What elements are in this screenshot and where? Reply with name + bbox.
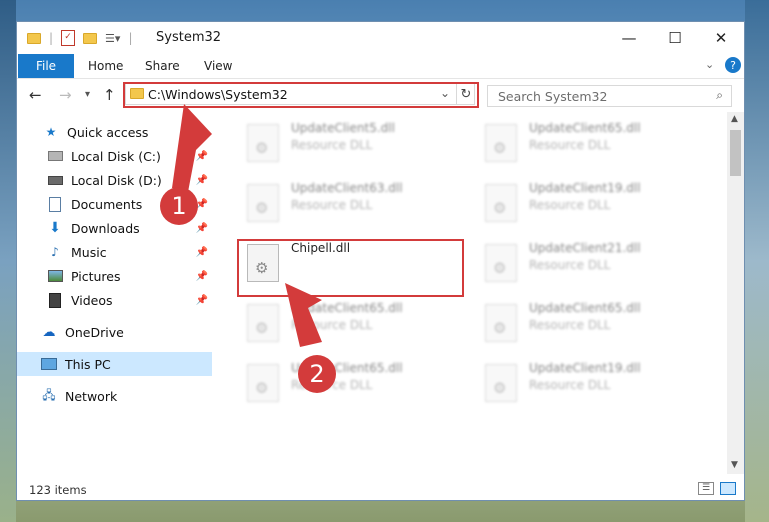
star-icon: ★ <box>45 125 57 139</box>
search-icon[interactable]: ⌕ <box>716 88 723 103</box>
pictures-icon <box>47 269 63 283</box>
dll-file-icon: ⚙ <box>247 304 279 342</box>
maximize-button[interactable]: ☐ <box>652 22 698 54</box>
search-input[interactable]: Search System32 ⌕ <box>487 85 732 107</box>
separator: | <box>128 31 133 45</box>
file-item[interactable]: ⚙ UpdateClient65.dll Resource DLL <box>239 298 469 354</box>
chevron-down-icon[interactable]: ⌄ <box>705 58 714 71</box>
sidebar-item-pictures[interactable]: Pictures 📌 <box>17 264 212 288</box>
file-item[interactable]: ⚙ UpdateClient63.dll Resource DLL <box>239 178 469 234</box>
music-icon: ♪ <box>51 245 59 259</box>
tab-share[interactable]: Share <box>145 59 180 73</box>
file-item[interactable]: ⚙ UpdateClient5.dll Resource DLL <box>239 118 469 174</box>
dll-file-icon: ⚙ <box>247 124 279 162</box>
close-button[interactable]: ✕ <box>698 22 744 54</box>
separator: | <box>49 31 54 45</box>
window-title: System32 <box>156 30 222 45</box>
file-highlight-box <box>237 239 464 297</box>
dll-file-icon: ⚙ <box>485 364 517 402</box>
vertical-scrollbar[interactable]: ▲ ▼ <box>727 112 744 474</box>
dll-file-icon: ⚙ <box>247 364 279 402</box>
address-highlight-box <box>123 82 479 108</box>
sidebar-item-this-pc[interactable]: This PC <box>17 352 212 376</box>
navigation-pane: ★ Quick access Local Disk (C:) 📌 Local D… <box>17 112 212 472</box>
pin-icon[interactable]: 📌 <box>196 151 208 162</box>
scroll-up-icon[interactable]: ▲ <box>731 114 738 124</box>
download-arrow-icon: ⬇ <box>49 220 61 236</box>
scroll-down-icon[interactable]: ▼ <box>731 460 738 470</box>
pin-icon[interactable]: 📌 <box>196 223 208 234</box>
sidebar-item-local-disk-c[interactable]: Local Disk (C:) 📌 <box>17 144 212 168</box>
sidebar-item-music[interactable]: ♪ Music 📌 <box>17 240 212 264</box>
help-icon[interactable]: ? <box>725 57 741 73</box>
documents-icon <box>47 196 63 212</box>
sidebar-item-videos[interactable]: Videos 📌 <box>17 288 212 312</box>
tab-home[interactable]: Home <box>88 59 123 73</box>
new-folder-icon[interactable] <box>83 32 98 44</box>
videos-icon <box>47 292 63 308</box>
pin-icon[interactable]: 📌 <box>196 247 208 258</box>
back-arrow-icon[interactable]: ← <box>29 86 42 104</box>
minimize-button[interactable]: — <box>606 22 652 54</box>
file-item[interactable]: ⚙ UpdateClient65.dll Resource DLL <box>239 358 469 414</box>
desktop-background-right <box>745 0 769 522</box>
step-marker-2: 2 <box>298 355 336 393</box>
ribbon: File Home Share View ⌄ ? <box>17 54 744 78</box>
details-view-icon[interactable]: ☰ <box>698 482 714 495</box>
sidebar-item-quick-access[interactable]: ★ Quick access <box>17 120 212 144</box>
drive-icon <box>47 149 63 163</box>
quick-access-toolbar: | ✓ ☰▾ | <box>27 29 132 47</box>
recent-locations-icon[interactable]: ▾ <box>85 89 90 100</box>
dll-file-icon: ⚙ <box>485 184 517 222</box>
up-arrow-icon[interactable]: ↑ <box>103 86 116 104</box>
network-icon: 🖧 <box>42 387 56 402</box>
file-list: ⚙ UpdateClient5.dll Resource DLL ⚙ Updat… <box>213 112 726 472</box>
title-bar: | ✓ ☰▾ | System32 — ☐ ✕ <box>17 22 744 54</box>
file-item[interactable]: ⚙ UpdateClient65.dll Resource DLL <box>477 298 707 354</box>
customize-icon[interactable]: ☰▾ <box>105 32 120 45</box>
sidebar-item-network[interactable]: 🖧 Network <box>17 384 212 408</box>
dll-file-icon: ⚙ <box>485 304 517 342</box>
forward-arrow-icon[interactable]: → <box>59 86 72 104</box>
scrollbar-thumb[interactable] <box>730 130 741 176</box>
pin-icon[interactable]: 📌 <box>196 271 208 282</box>
item-count: 123 items <box>29 483 87 497</box>
explorer-window: | ✓ ☰▾ | System32 — ☐ ✕ File Home Share … <box>16 21 745 501</box>
file-item[interactable]: ⚙ UpdateClient65.dll Resource DLL <box>477 118 707 174</box>
file-item[interactable]: ⚙ UpdateClient19.dll Resource DLL <box>477 178 707 234</box>
desktop-background <box>0 0 16 522</box>
tab-file[interactable]: File <box>18 54 74 78</box>
pin-icon[interactable]: 📌 <box>196 175 208 186</box>
dll-file-icon: ⚙ <box>485 124 517 162</box>
drive-icon <box>47 173 63 187</box>
tab-view[interactable]: View <box>204 59 232 73</box>
cloud-icon: ☁ <box>42 324 56 340</box>
folder-icon <box>27 32 41 44</box>
computer-icon <box>41 357 57 371</box>
search-placeholder: Search System32 <box>498 89 608 104</box>
status-bar: 123 items ☰ <box>17 478 744 500</box>
file-item[interactable]: ⚙ UpdateClient21.dll Resource DLL <box>477 238 707 294</box>
dll-file-icon: ⚙ <box>247 184 279 222</box>
large-icons-view-icon[interactable] <box>720 482 736 495</box>
pin-icon[interactable]: 📌 <box>196 295 208 306</box>
sidebar-item-onedrive[interactable]: ☁ OneDrive <box>17 320 212 344</box>
properties-icon[interactable]: ✓ <box>61 30 76 46</box>
dll-file-icon: ⚙ <box>485 244 517 282</box>
file-item[interactable]: ⚙ UpdateClient19.dll Resource DLL <box>477 358 707 414</box>
step-marker-1: 1 <box>160 187 198 225</box>
